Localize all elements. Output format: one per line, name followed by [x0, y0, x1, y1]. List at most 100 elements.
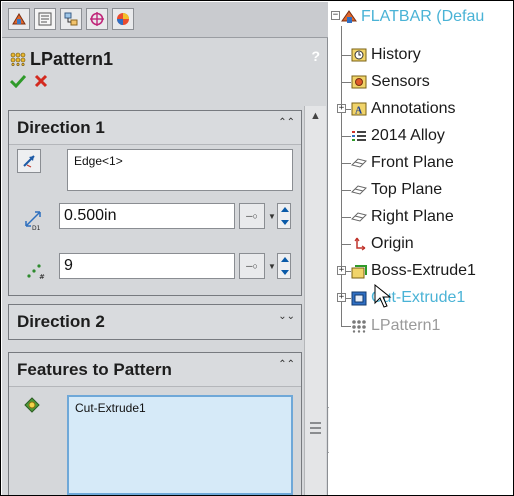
- configuration-manager-icon: [64, 12, 78, 26]
- tree-item-label: History: [371, 46, 421, 63]
- collapse-toggle-icon[interactable]: −: [331, 11, 340, 20]
- linear-pattern-icon: [10, 52, 26, 66]
- spacing-input[interactable]: 0.500in: [59, 203, 235, 229]
- expand-toggle-icon[interactable]: +: [337, 104, 346, 113]
- panel-scrollbar[interactable]: ▲: [304, 106, 326, 495]
- direction2-title: Direction 2: [17, 312, 105, 331]
- solidworks-window: LPattern1 ? Direction 1 ⌃⌃ Edge<1> D1 0.…: [0, 0, 514, 496]
- instances-input[interactable]: 9: [59, 253, 235, 279]
- collapse-up-icon[interactable]: ⌃⌃: [278, 359, 295, 370]
- plane-icon: [351, 182, 367, 198]
- origin-icon: [351, 236, 367, 252]
- spacing-spinner[interactable]: [277, 203, 291, 229]
- link-value-icon: ─○: [246, 261, 258, 271]
- tree-item-origin[interactable]: Origin: [351, 232, 414, 256]
- instances-spinner[interactable]: [277, 253, 291, 279]
- spacing-unit-button[interactable]: ─○: [239, 203, 265, 229]
- linear-pattern-icon: [351, 318, 367, 334]
- tree-item-front-plane[interactable]: Front Plane: [351, 151, 454, 175]
- link-value-icon: ─○: [246, 211, 258, 221]
- scroll-grip-icon[interactable]: [310, 422, 321, 434]
- property-manager-icon: [38, 12, 52, 26]
- property-manager-panel: LPattern1 ? Direction 1 ⌃⌃ Edge<1> D1 0.…: [2, 2, 328, 495]
- reverse-direction-icon: [23, 155, 35, 168]
- tree-item-annotations[interactable]: A Annotations: [351, 97, 456, 121]
- tree-item-label: Front Plane: [371, 154, 454, 171]
- plane-icon: [351, 209, 367, 225]
- ok-cancel-bar: [9, 74, 48, 93]
- tree-item-label: Annotations: [371, 100, 456, 117]
- selected-feature-item[interactable]: Cut-Extrude1: [75, 401, 146, 415]
- boss-extrude-icon: [351, 263, 367, 279]
- expand-down-icon[interactable]: ⌄⌄: [278, 311, 295, 322]
- feature-manager-icon: [12, 13, 26, 25]
- tree-item-top-plane[interactable]: Top Plane: [351, 178, 442, 202]
- tree-item-sensors[interactable]: Sensors: [351, 70, 430, 94]
- tree-root[interactable]: FLATBAR (Defau: [341, 5, 484, 29]
- sensors-icon: [351, 74, 367, 90]
- help-icon[interactable]: ?: [311, 48, 320, 64]
- tab-configuration-manager[interactable]: [60, 8, 82, 30]
- instances-icon: #: [25, 259, 47, 286]
- tree-item-label: Origin: [371, 235, 414, 252]
- tree-item-label: LPattern1: [371, 317, 441, 334]
- tree-item-label: Top Plane: [371, 181, 443, 198]
- tree-item-boss-extrude[interactable]: Boss-Extrude1: [351, 259, 476, 283]
- direction1-header[interactable]: Direction 1 ⌃⌃: [9, 111, 301, 145]
- tree-item-right-plane[interactable]: Right Plane: [351, 205, 454, 229]
- ok-button[interactable]: [9, 74, 27, 93]
- collapse-up-icon[interactable]: ⌃⌃: [278, 117, 295, 128]
- svg-text:#: #: [39, 273, 45, 281]
- feature-manager-tree: − FLATBAR (Defau History Sensors + A Ann…: [329, 2, 513, 495]
- direction-edge-box[interactable]: Edge<1>: [67, 149, 293, 191]
- scroll-up-arrow-icon[interactable]: ▲: [310, 110, 321, 122]
- annotations-icon: A: [351, 101, 367, 117]
- tree-root-label: FLATBAR (Defau: [361, 8, 485, 25]
- tree-item-cut-extrude[interactable]: Cut-Extrude1: [351, 286, 465, 310]
- reverse-direction-button[interactable]: [17, 149, 41, 173]
- check-icon: [9, 74, 27, 89]
- page-title: LPattern1: [30, 48, 114, 69]
- tree-item-label: Right Plane: [371, 208, 454, 225]
- tree-item-material[interactable]: 2014 Alloy: [351, 124, 445, 148]
- expand-toggle-icon[interactable]: +: [337, 266, 346, 275]
- part-icon: [341, 9, 357, 25]
- features-selection-box[interactable]: Cut-Extrude1: [67, 395, 293, 495]
- direction-edge-value: Edge<1>: [74, 154, 123, 168]
- features-title: Features to Pattern: [17, 359, 172, 379]
- plane-icon: [351, 155, 367, 171]
- tab-dimxpert-manager[interactable]: [86, 8, 108, 30]
- tree-item-label: Sensors: [371, 73, 430, 90]
- display-manager-icon: [117, 13, 129, 25]
- expand-toggle-icon[interactable]: +: [337, 293, 346, 302]
- cut-extrude-icon: [351, 290, 367, 306]
- instances-value: 9: [64, 257, 73, 274]
- chevron-down-icon[interactable]: ▼: [268, 203, 276, 229]
- instances-unit-button[interactable]: ─○: [239, 253, 265, 279]
- spacing-icon: D1: [23, 209, 45, 236]
- tab-feature-manager[interactable]: [8, 8, 30, 30]
- cancel-button[interactable]: [34, 74, 48, 93]
- tree-item-history[interactable]: History: [351, 43, 421, 67]
- history-icon: [351, 47, 367, 63]
- svg-text:D1: D1: [32, 225, 41, 231]
- mouse-cursor-icon: [374, 284, 392, 308]
- chevron-down-icon[interactable]: ▼: [268, 253, 276, 279]
- direction1-title: Direction 1: [17, 117, 105, 137]
- material-icon: [351, 128, 367, 144]
- dimxpert-icon: [90, 12, 104, 26]
- tree-item-lpattern[interactable]: LPattern1: [351, 314, 440, 338]
- direction2-header[interactable]: Direction 2 ⌄⌄: [9, 305, 301, 339]
- features-to-pattern-group: Features to Pattern ⌃⌃ Cut-Extrude1: [8, 352, 302, 495]
- direction2-group: Direction 2 ⌄⌄: [8, 304, 302, 340]
- direction1-group: Direction 1 ⌃⌃ Edge<1> D1 0.500in ─○ ▼ #…: [8, 110, 302, 296]
- tab-display-manager[interactable]: [112, 8, 134, 30]
- x-icon: [34, 74, 48, 88]
- svg-text:A: A: [355, 106, 363, 117]
- tree-item-label: Boss-Extrude1: [371, 262, 476, 279]
- spacing-value: 0.500in: [64, 207, 117, 224]
- features-header[interactable]: Features to Pattern ⌃⌃: [9, 353, 301, 387]
- tab-property-manager[interactable]: [34, 8, 56, 30]
- manager-tabs: [2, 2, 328, 38]
- tree-item-label: 2014 Alloy: [371, 127, 445, 144]
